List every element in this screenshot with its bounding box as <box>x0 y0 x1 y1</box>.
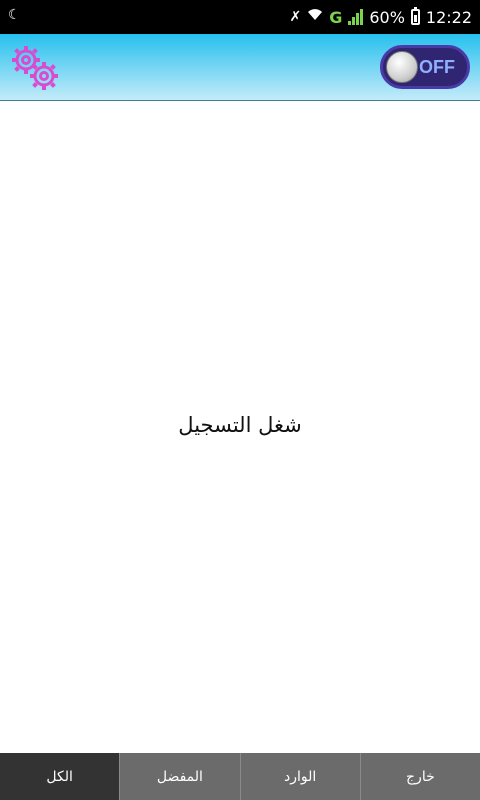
gears-icon[interactable] <box>8 42 62 92</box>
battery-icon <box>410 7 420 25</box>
toggle-knob[interactable] <box>386 51 418 83</box>
recording-toggle[interactable]: OFF <box>380 45 470 89</box>
toggle-label: OFF <box>419 57 455 77</box>
empty-state-message: شغل التسجيل <box>178 413 302 437</box>
tab-outgoing[interactable]: خارج <box>359 753 480 800</box>
bottom-tab-bar: الكل المفضل الوارد خارج <box>0 753 480 800</box>
signal-icon <box>348 9 364 25</box>
network-type: G <box>329 7 343 27</box>
tab-all[interactable]: الكل <box>0 753 120 800</box>
moon-icon: ☾ <box>8 7 21 23</box>
wifi-icon <box>307 6 323 28</box>
battery-percent: 60% <box>369 7 405 27</box>
status-icons: ✗ G 60% 12:22 <box>289 6 472 28</box>
status-bar: ☾ ✗ G 60% 12:22 <box>0 0 480 34</box>
main-content: شغل التسجيل <box>0 101 480 753</box>
no-call-icon: ✗ <box>289 9 302 25</box>
tab-favorites[interactable]: المفضل <box>119 753 240 800</box>
tab-incoming[interactable]: الوارد <box>239 753 360 800</box>
top-app-bar: OFF <box>0 34 480 101</box>
clock: 12:22 <box>425 7 472 27</box>
